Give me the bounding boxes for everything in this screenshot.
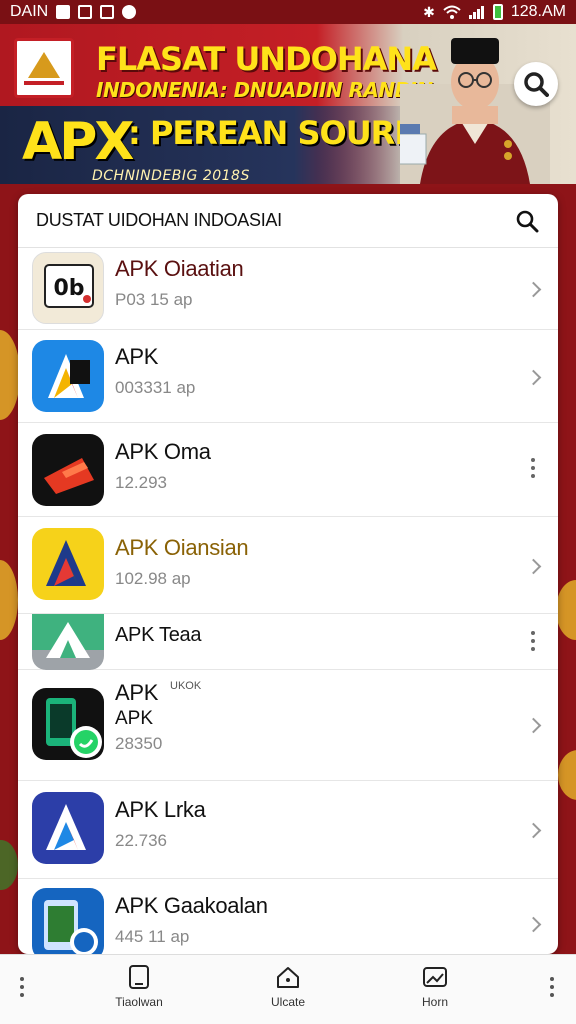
list-item[interactable]: 0b APK Oiaatian P03 15 ap	[18, 248, 558, 330]
promo-banner[interactable]: FLASAT UNDOHANA INDONENIA: DNUADIIN RANB…	[0, 24, 576, 184]
more-vert-icon[interactable]	[522, 453, 544, 483]
list-item[interactable]: APK Oma 12.293	[18, 423, 558, 517]
app-icon-a-green	[32, 614, 104, 670]
list-item[interactable]: APK Teaa	[18, 614, 558, 670]
background-swirl	[558, 750, 576, 800]
app-icon-a-blue	[32, 340, 104, 412]
app-icon-a-indigo	[32, 792, 104, 864]
list-search-button[interactable]	[514, 208, 540, 234]
app-icon-phone-blue	[32, 888, 104, 954]
nav-label: Horn	[421, 995, 448, 1009]
notification-icon	[56, 5, 71, 19]
banner-title: FLASAT UNDOHANA	[96, 40, 437, 78]
app-subtitle: 445 11 ap	[115, 927, 190, 946]
background-swirl	[556, 580, 576, 640]
app-icon-red-card	[32, 434, 104, 506]
background-leaf	[0, 840, 18, 890]
search-icon	[524, 72, 549, 97]
chevron-right-icon[interactable]	[522, 274, 544, 304]
list-item[interactable]: APK Oiansian 102.98 ap	[18, 517, 558, 614]
app-subtitle: 003331 ap	[115, 378, 196, 397]
chevron-right-icon[interactable]	[522, 362, 544, 392]
nav-label: Ulcate	[270, 995, 305, 1009]
background-swirl	[0, 560, 18, 640]
bluetooth-icon: ✱	[423, 3, 435, 20]
app-name: APK Oma	[115, 439, 211, 464]
app-subtitle: 22.736	[115, 831, 167, 850]
more-vert-icon[interactable]	[20, 977, 24, 997]
wifi-icon	[443, 5, 461, 19]
banner-subtitle: INDONENIA: DNUADIIN RANBIN	[96, 78, 433, 102]
app-icon-a-yellow	[32, 528, 104, 600]
clock: 128.AM	[510, 3, 566, 20]
list-title: DUSTAT UIDOHAN INDOASIAI	[36, 210, 282, 230]
app-name: APK Lrka	[115, 797, 206, 822]
app-badge-text: UKOK	[170, 680, 202, 692]
app-icon-phone-whatsapp	[32, 688, 104, 760]
banner-tagline: DCHNINDEBIG 2018S	[92, 168, 250, 184]
chevron-right-icon[interactable]	[522, 815, 544, 845]
app-subtitle: P03 15 ap	[115, 290, 193, 309]
background-swirl	[0, 330, 20, 420]
chevron-right-icon[interactable]	[522, 551, 544, 581]
app-name: APK Oiaatian	[115, 256, 244, 281]
banner-search-button[interactable]	[514, 62, 558, 106]
chevron-right-icon[interactable]	[522, 909, 544, 939]
status-left-text: DAIN	[10, 3, 49, 20]
more-vert-icon[interactable]	[550, 977, 554, 997]
app-subtitle: 28350	[115, 734, 163, 753]
status-bar: DAIN ✱ 128.AM	[0, 0, 576, 24]
nav-item-horn[interactable]: Horn	[395, 963, 475, 1009]
app-name: APK	[115, 344, 159, 369]
nav-item-tiaolwan[interactable]: Tiaolwan	[99, 963, 179, 1009]
notification-icon	[78, 5, 93, 19]
app-name: APK Gaakoalan	[115, 893, 268, 918]
nav-item-ulcate[interactable]: Ulcate	[248, 963, 328, 1009]
app-name: APK Oiansian	[115, 535, 249, 560]
gallery-icon	[423, 967, 447, 987]
app-subtitle: 12.293	[115, 473, 167, 492]
app-subtitle: 102.98 ap	[115, 569, 191, 588]
tablet-icon	[129, 965, 149, 989]
camera-notification-icon	[122, 5, 137, 19]
list-item[interactable]: APK Lrka 22.736	[18, 781, 558, 879]
banner-apk-mark: APX	[22, 112, 134, 172]
triangle-emblem-icon	[14, 38, 74, 98]
list-item[interactable]: APK Gaakoalan 445 11 ap	[18, 879, 558, 954]
app-name: APK	[115, 680, 159, 705]
chevron-right-icon[interactable]	[522, 710, 544, 740]
svg-text:0b: 0b	[53, 276, 84, 301]
app-list-card: DUSTAT UIDOHAN INDOASIAI 0b APK Oiaatian…	[18, 194, 558, 954]
search-icon	[516, 210, 539, 232]
app-icon-clock: 0b	[32, 252, 104, 324]
bottom-nav: Tiaolwan Ulcate Horn	[0, 954, 576, 1024]
home-icon	[277, 967, 299, 988]
app-name-secondary: APK	[115, 708, 154, 729]
battery-icon	[492, 4, 503, 20]
nav-label: Tiaolwan	[115, 995, 163, 1009]
app-name: APK Teaa	[115, 624, 202, 646]
notification-icon	[100, 5, 115, 19]
list-item[interactable]: APK 003331 ap	[18, 330, 558, 423]
list-item[interactable]: APK APK 28350 UKOK	[18, 670, 558, 781]
more-vert-icon[interactable]	[522, 626, 544, 656]
list-header: DUSTAT UIDOHAN INDOASIAI	[18, 194, 558, 248]
signal-icon	[468, 6, 484, 19]
